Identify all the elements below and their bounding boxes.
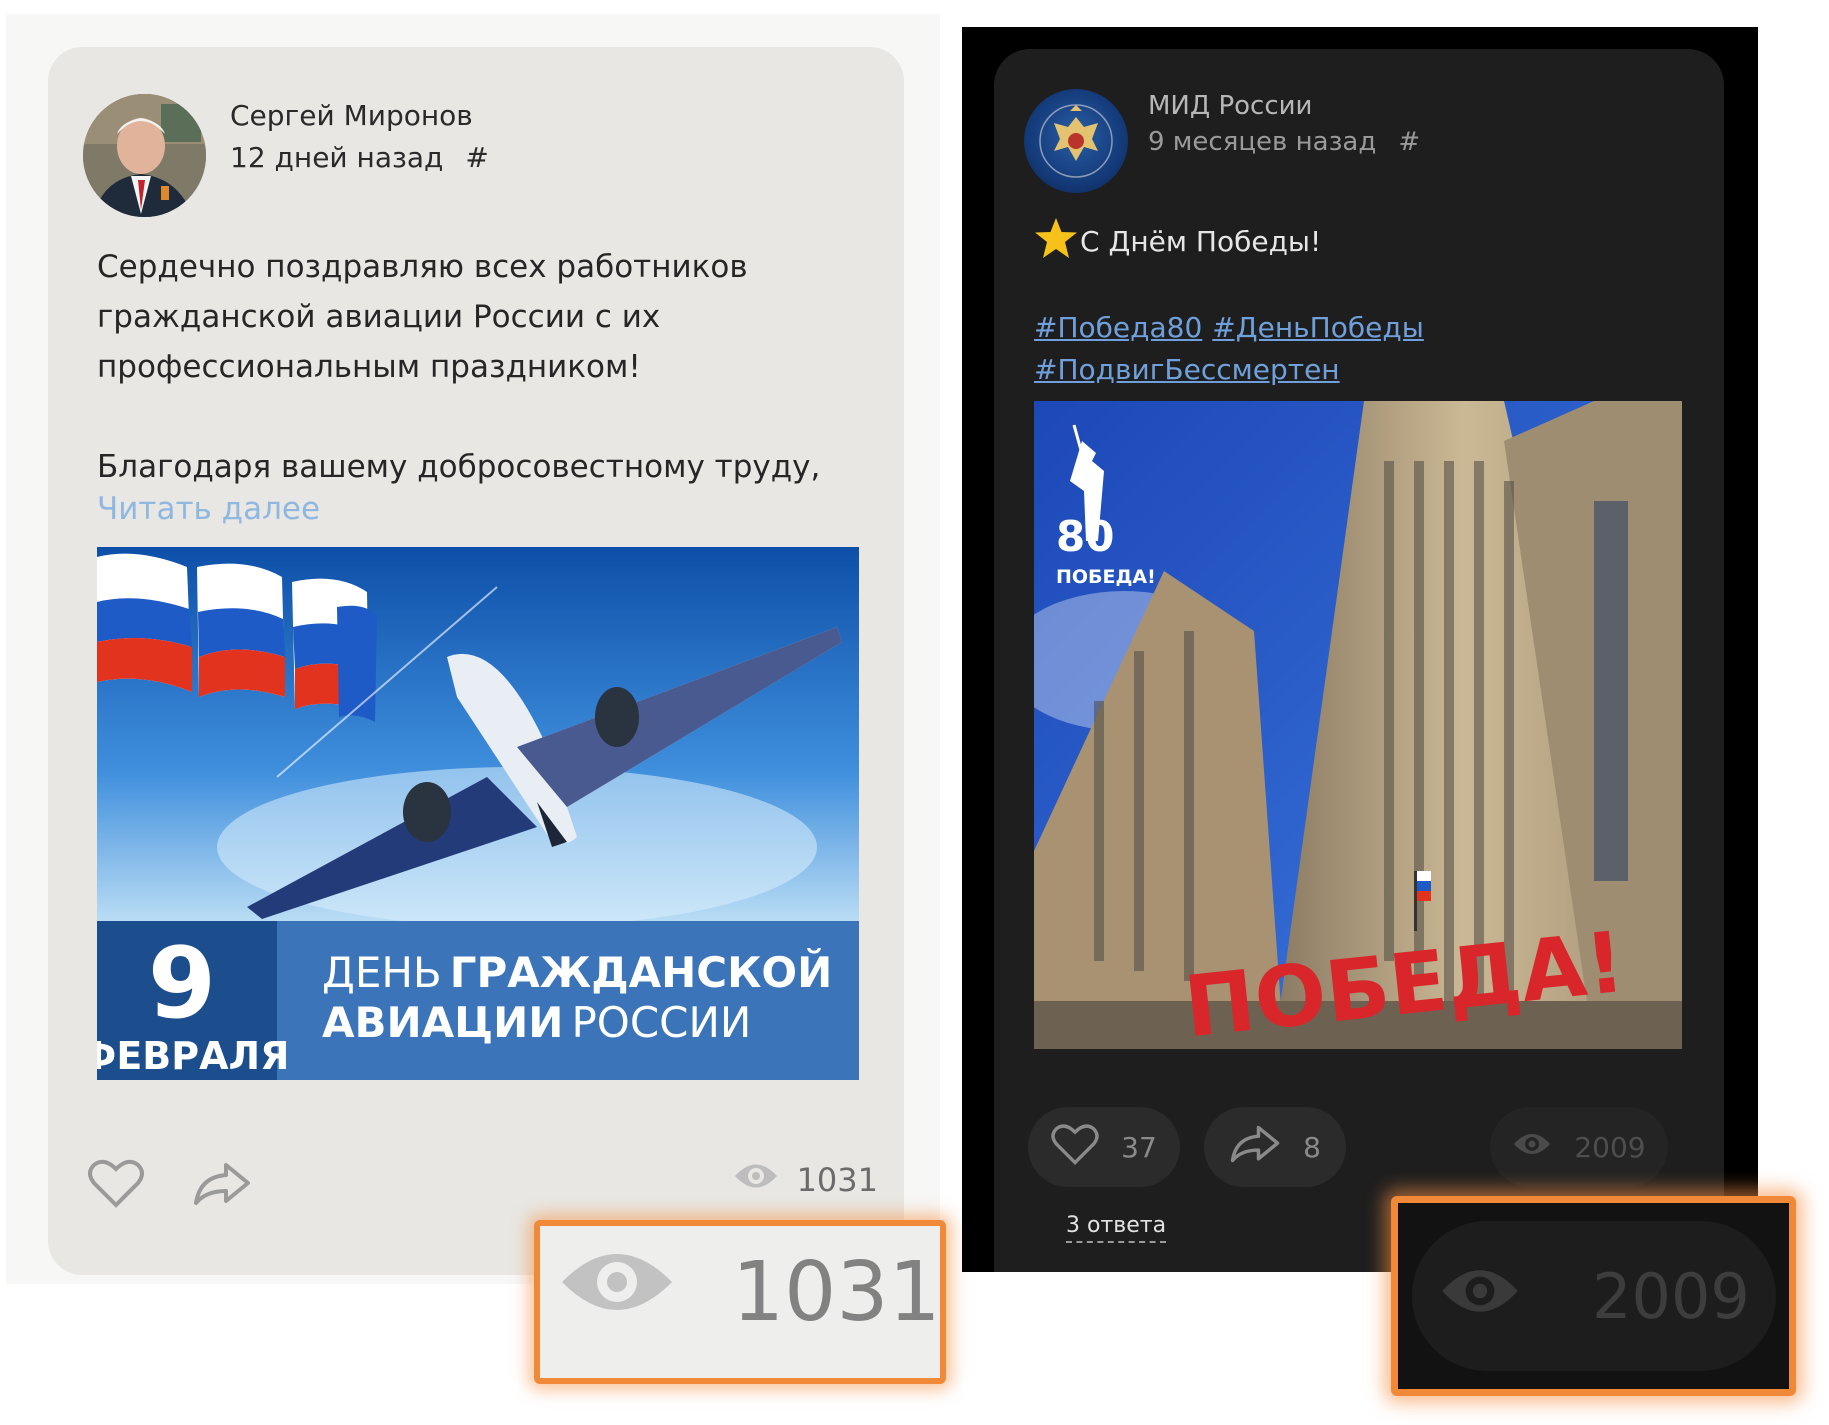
view-count: 1031 — [732, 1244, 941, 1340]
eye-icon — [558, 1244, 676, 1340]
replies-link[interactable]: 3 ответа — [1066, 1213, 1167, 1243]
hashtag-link[interactable]: #ПодвигБессмертен — [1034, 353, 1340, 386]
eye-icon — [733, 1161, 779, 1199]
hashtag-link[interactable]: #ДеньПобеды — [1212, 311, 1424, 344]
light-post-frame: Сергей Миронов 12 дней назад # Сердечно п… — [6, 14, 940, 1284]
dark-post-card: МИД России 9 месяцев назад # С Днём Побед… — [994, 49, 1724, 1272]
view-count: 1031 — [796, 1161, 878, 1199]
avatar[interactable] — [83, 94, 206, 217]
comparison-canvas: Сергей Миронов 12 дней назад # Сердечно п… — [0, 0, 1829, 1425]
post-image[interactable]: 9 ФЕВРАЛЯ ДЕНЬ ГРАЖДАНСКОЙ АВИАЦИИ РОССИИ — [97, 547, 859, 1080]
view-count: 2009 — [1592, 1259, 1750, 1333]
avatar[interactable] — [1024, 89, 1128, 193]
share-button[interactable]: 8 — [1204, 1107, 1346, 1187]
author-name[interactable]: Сергей Миронов — [230, 99, 473, 132]
post-paragraph: Благодаря вашему добросовестному труду, — [97, 449, 821, 485]
logo-number: 80 — [1056, 512, 1114, 561]
svg-text:ДЕНЬГРАЖДАНСКОЙ: ДЕНЬ ГРАЖДАНСКОЙ — [322, 947, 832, 997]
post-meta: 12 дней назад # — [230, 141, 489, 174]
post-image[interactable]: 80 ПОБЕДА! ПОБЕДА! — [1034, 401, 1682, 1049]
heart-icon[interactable] — [88, 1157, 144, 1213]
coat-of-arms-icon — [1039, 104, 1113, 178]
banner-month: ФЕВРАЛЯ — [97, 1034, 289, 1078]
share-count: 8 — [1303, 1130, 1321, 1164]
post-time[interactable]: 12 дней назад — [230, 141, 443, 174]
banner-word: ДЕНЬ — [322, 948, 442, 997]
post-paragraph: С Днём Победы! — [1080, 225, 1322, 258]
post-actions: 1031 — [88, 1157, 878, 1217]
hashtag-list: #Победа80 #ДеньПобеды #ПодвигБессмертен — [1034, 307, 1684, 391]
post-meta: 9 месяцев назад # — [1148, 127, 1420, 157]
zoom-highlight-views: 2009 — [1391, 1196, 1796, 1396]
post-text: Сердечно поздравляю всех работников граж… — [97, 242, 857, 492]
eye-icon — [1438, 1260, 1522, 1333]
banner-word: РОССИИ — [571, 998, 751, 1047]
read-more-link[interactable]: Читать далее — [97, 491, 320, 527]
share-icon — [1229, 1124, 1281, 1171]
heart-icon — [1051, 1122, 1099, 1173]
like-button[interactable]: 37 — [1028, 1107, 1180, 1187]
author-name[interactable]: МИД России — [1148, 91, 1312, 121]
svg-text:АВИАЦИИРОССИИ: АВИАЦИИ РОССИИ — [322, 998, 751, 1047]
light-post-card: Сергей Миронов 12 дней назад # Сердечно п… — [48, 47, 904, 1275]
post-text: С Днём Победы! — [1034, 217, 1321, 266]
share-icon[interactable] — [192, 1161, 252, 1211]
hashtag-link[interactable]: #Победа80 — [1034, 311, 1202, 344]
banner-word: ГРАЖДАНСКОЙ — [450, 947, 833, 997]
eye-icon — [1512, 1131, 1552, 1164]
banner-word: АВИАЦИИ — [322, 998, 563, 1047]
zoom-highlight-views: 1031 — [534, 1220, 946, 1384]
view-counter: 2009 — [1412, 1221, 1776, 1371]
star-icon — [1034, 217, 1078, 266]
permalink-hash[interactable]: # — [1398, 127, 1420, 157]
post-time[interactable]: 9 месяцев назад — [1148, 127, 1376, 157]
view-count: 2009 — [1574, 1130, 1646, 1164]
view-counter: 2009 — [1490, 1107, 1668, 1187]
logo-text: ПОБЕДА! — [1056, 566, 1156, 588]
post-paragraph: Сердечно поздравляю всех работников граж… — [97, 249, 748, 385]
permalink-hash[interactable]: # — [465, 141, 488, 174]
banner-day: 9 — [148, 927, 216, 1041]
view-counter: 1031 — [733, 1161, 878, 1199]
like-count: 37 — [1121, 1130, 1157, 1164]
